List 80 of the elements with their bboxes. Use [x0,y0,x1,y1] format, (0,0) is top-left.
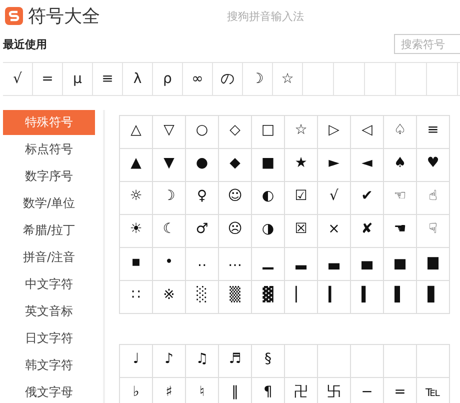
symbol-cell[interactable]: ▁ [252,248,285,281]
category-tab[interactable]: 日文字符 [3,326,95,351]
symbol-cell[interactable]: ✔ [351,182,384,215]
symbol-cell[interactable]: ▷ [318,116,351,149]
category-tab[interactable]: 希腊/拉丁 [3,218,95,243]
logo-icon [5,7,23,25]
symbol-cell[interactable]: ◆ [219,149,252,182]
symbol-cell[interactable]: § [252,345,285,378]
symbol-cell[interactable]: ∷ [120,281,153,314]
symbol-cell[interactable]: ♩ [120,345,153,378]
symbol-cell[interactable]: ✘ [351,215,384,248]
symbol-cell[interactable]: ▼ [153,149,186,182]
symbol-cell[interactable]: ▒ [219,281,252,314]
symbol-cell[interactable]: … [219,248,252,281]
symbol-cell[interactable]: ▄ [351,248,384,281]
symbol-cell[interactable]: ♂ [186,215,219,248]
window-subtitle: 搜狗拼音输入法 [227,8,304,24]
symbol-cell[interactable]: ▎ [318,281,351,314]
symbol-cell[interactable]: ☼ [120,182,153,215]
category-tab[interactable]: 拼音/注音 [3,245,95,270]
section-heading: 最近使用 [2,36,47,52]
symbol-cell[interactable]: ▪ [120,248,153,281]
symbol-cell[interactable]: ▌ [384,281,417,314]
symbol-cell[interactable]: ◇ [219,116,252,149]
category-tab[interactable]: 数字序号 [3,164,95,189]
symbol-cell[interactable]: ♀ [186,182,219,215]
symbol-cell[interactable]: ▓ [252,281,285,314]
symbol-cell[interactable]: ◄ [351,149,384,182]
symbol-cell[interactable]: ◁ [351,116,384,149]
symbol-cell[interactable]: ▅ [384,248,417,281]
symbol-cell[interactable]: ▃ [318,248,351,281]
symbol-cell[interactable]: ◐ [252,182,285,215]
category-tab[interactable]: 英文音标 [3,299,95,324]
symbol-cell[interactable]: ▂ [285,248,318,281]
symbol-cell[interactable]: ♤ [384,116,417,149]
category-tab[interactable]: 韩文字符 [3,353,95,378]
symbol-cell[interactable]: ★ [285,149,318,182]
symbol-cell[interactable]: ♠ [384,149,417,182]
symbol-cell[interactable]: ☾ [153,215,186,248]
symbol-cell[interactable]: ♫ [186,345,219,378]
symbol-cell[interactable]: ♬ [219,345,252,378]
symbol-cell[interactable]: ● [186,149,219,182]
category-tab[interactable]: 数学/单位 [3,191,95,216]
category-tab[interactable]: 俄文字母 [3,380,95,403]
symbol-cell[interactable]: √ [318,182,351,215]
symbol-cell[interactable]: ☹ [219,215,252,248]
symbol-cell[interactable]: ☝ [417,182,450,215]
symbol-cell[interactable]: ☆ [285,116,318,149]
symbol-cell[interactable]: × [318,215,351,248]
symbol-cell[interactable]: ○ [186,116,219,149]
symbol-cell[interactable]: ► [318,149,351,182]
symbol-cell[interactable]: ☚ [384,215,417,248]
category-tab[interactable]: 标点符号 [3,137,95,162]
symbol-cell[interactable]: ※ [153,281,186,314]
symbol-cell[interactable]: ‥ [186,248,219,281]
symbol-cell[interactable]: ▲ [120,149,153,182]
symbol-cell[interactable]: ♥ [417,149,450,182]
symbol-cell[interactable]: ≡ [417,116,450,149]
category-tab[interactable]: 中文字符 [3,272,95,297]
symbol-cell[interactable]: ■ [252,149,285,182]
symbol-cell[interactable]: ░ [186,281,219,314]
symbol-cell[interactable]: ☟ [417,215,450,248]
symbol-cell[interactable]: ☀ [120,215,153,248]
symbol-cell[interactable]: ☜ [384,182,417,215]
symbol-cell[interactable]: ♪ [153,345,186,378]
symbol-cell[interactable]: □ [252,116,285,149]
app-title: 符号大全 [28,5,100,28]
symbol-cell[interactable]: ▽ [153,116,186,149]
symbol-cell[interactable]: △ [120,116,153,149]
symbol-cell[interactable]: ☽ [153,182,186,215]
symbol-cell[interactable]: ▍ [351,281,384,314]
symbol-cell[interactable]: ▋ [417,281,450,314]
symbol-cell[interactable]: ▆ [417,248,450,281]
symbol-cell[interactable]: ☑ [285,182,318,215]
symbol-cell[interactable]: ◑ [252,215,285,248]
symbol-cell[interactable]: • [153,248,186,281]
symbol-cell[interactable]: ☺ [219,182,252,215]
symbol-cell[interactable]: ▏ [285,281,318,314]
search-field[interactable]: 搜索符号 [394,34,460,54]
symbol-cell[interactable]: ☒ [285,215,318,248]
